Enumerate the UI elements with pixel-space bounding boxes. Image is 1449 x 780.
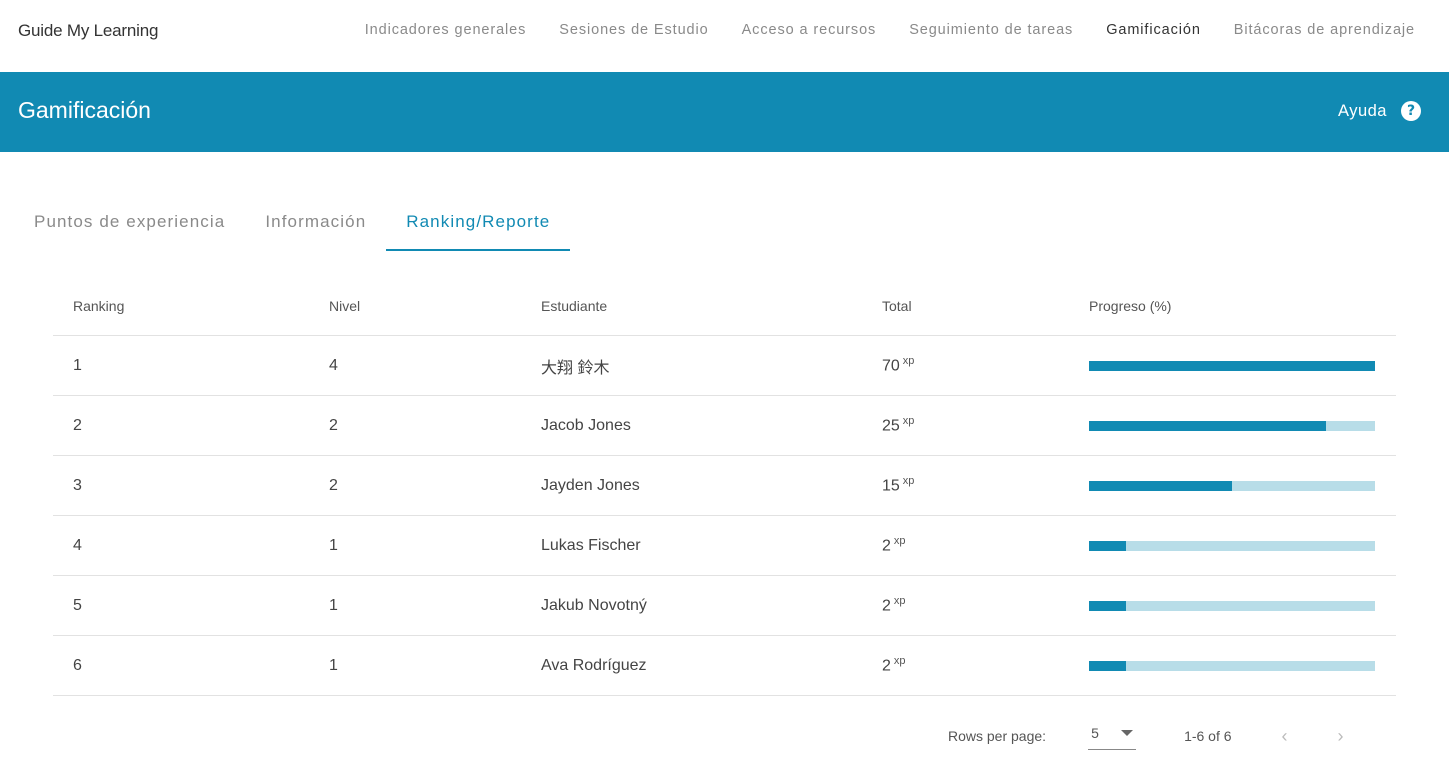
xp-unit: xp (902, 355, 915, 368)
column-header-nivel: Nivel (329, 298, 361, 314)
cell-ranking: 4 (73, 536, 82, 554)
cell-total: 15 xp (862, 475, 1069, 495)
cell-ranking: 5 (73, 596, 82, 614)
nav-link-sesiones[interactable]: Sesiones de Estudio (559, 22, 708, 38)
rows-per-page-value: 5 (1091, 725, 1099, 741)
progress-bar-fill (1089, 540, 1127, 551)
cell-ranking: 6 (73, 656, 82, 674)
xp-unit: xp (902, 475, 915, 488)
progress-bar (1089, 600, 1375, 611)
table-row: 5 1 Jakub Novotný 2 xp (53, 576, 1396, 636)
top-navigation: Guide My Learning Indicadores generales … (0, 0, 1449, 72)
column-header-ranking: Ranking (73, 298, 125, 314)
nav-link-indicadores[interactable]: Indicadores generales (365, 22, 527, 38)
xp-unit: xp (902, 415, 915, 428)
tab-puntos-experiencia[interactable]: Puntos de experiencia (14, 196, 245, 251)
help-label: Ayuda (1338, 101, 1387, 120)
progress-bar (1089, 420, 1375, 431)
tab-ranking-reporte[interactable]: Ranking/Reporte (386, 196, 571, 251)
xp-unit: xp (893, 595, 906, 608)
progress-bar-fill (1089, 420, 1327, 431)
cell-nivel: 2 (329, 476, 338, 494)
table-header-row: Ranking Nivel Estudiante Total Progreso … (53, 277, 1396, 336)
xp-unit: xp (893, 655, 906, 668)
cell-estudiante: Jayden Jones (541, 476, 640, 494)
table-row: 6 1 Ava Rodríguez 2 xp (53, 636, 1396, 696)
total-value: 25 (882, 417, 900, 435)
cell-ranking: 1 (73, 356, 82, 374)
total-value: 2 (882, 537, 891, 555)
cell-ranking: 3 (73, 476, 82, 494)
cell-total: 25 xp (862, 415, 1069, 435)
column-header-progreso: Progreso (%) (1089, 298, 1172, 314)
nav-link-gamificacion[interactable]: Gamificación (1106, 22, 1201, 38)
cell-total: 2 xp (862, 535, 1069, 555)
progress-bar-fill (1089, 660, 1127, 671)
previous-page-button[interactable]: ‹ (1282, 726, 1288, 747)
cell-total: 2 xp (862, 655, 1069, 675)
page-header: Gamificación Ayuda ? (0, 72, 1449, 152)
nav-link-seguimiento[interactable]: Seguimiento de tareas (909, 22, 1073, 38)
cell-nivel: 1 (329, 656, 338, 674)
table-row: 4 1 Lukas Fischer 2 xp (53, 516, 1396, 576)
cell-nivel: 1 (329, 596, 338, 614)
table-row: 1 4 大翔 鈴木 70 xp (53, 336, 1396, 396)
progress-bar (1089, 480, 1375, 491)
cell-nivel: 1 (329, 536, 338, 554)
cell-progreso (1069, 480, 1396, 491)
cell-total: 2 xp (862, 595, 1069, 615)
help-button[interactable]: Ayuda ? (1338, 101, 1421, 121)
rows-per-page-label: Rows per page: (948, 728, 1047, 744)
cell-progreso (1069, 360, 1396, 371)
caret-down-icon (1121, 730, 1134, 736)
cell-progreso (1069, 600, 1396, 611)
xp-unit: xp (893, 535, 906, 548)
column-header-estudiante: Estudiante (541, 298, 608, 314)
tab-bar: Puntos de experiencia Información Rankin… (14, 196, 571, 251)
nav-link-bitacoras[interactable]: Bitácoras de aprendizaje (1234, 22, 1415, 38)
nav-links: Indicadores generales Sesiones de Estudi… (332, 22, 1415, 38)
table-row: 3 2 Jayden Jones 15 xp (53, 456, 1396, 516)
cell-progreso (1069, 660, 1396, 671)
cell-progreso (1069, 540, 1396, 551)
nav-link-acceso[interactable]: Acceso a recursos (742, 22, 877, 38)
cell-total: 70 xp (862, 355, 1069, 375)
total-value: 2 (882, 597, 891, 615)
progress-bar-fill (1089, 360, 1375, 371)
pagination: Rows per page: 5 1-6 of 6 ‹ › (948, 722, 1394, 750)
progress-bar-fill (1089, 600, 1127, 611)
cell-estudiante: 大翔 鈴木 (541, 359, 610, 377)
cell-progreso (1069, 420, 1396, 431)
tab-informacion[interactable]: Información (245, 196, 386, 251)
brand-logo[interactable]: Guide My Learning (18, 21, 158, 41)
ranking-table: Ranking Nivel Estudiante Total Progreso … (53, 277, 1396, 696)
cell-estudiante: Lukas Fischer (541, 536, 641, 554)
table-row: 2 2 Jacob Jones 25 xp (53, 396, 1396, 456)
next-page-button[interactable]: › (1338, 726, 1344, 747)
progress-bar (1089, 540, 1375, 551)
cell-nivel: 4 (329, 356, 338, 374)
cell-estudiante: Ava Rodríguez (541, 656, 647, 674)
progress-bar (1089, 360, 1375, 371)
cell-estudiante: Jacob Jones (541, 416, 631, 434)
page-title: Gamificación (18, 97, 151, 123)
page-range: 1-6 of 6 (1184, 727, 1232, 744)
total-value: 15 (882, 477, 900, 495)
column-header-total: Total (882, 298, 912, 314)
cell-estudiante: Jakub Novotný (541, 596, 647, 614)
progress-bar (1089, 660, 1375, 671)
cell-ranking: 2 (73, 416, 82, 434)
progress-bar-fill (1089, 480, 1232, 491)
cell-nivel: 2 (329, 416, 338, 434)
total-value: 2 (882, 657, 891, 675)
help-circle-icon: ? (1401, 101, 1421, 121)
total-value: 70 (882, 357, 900, 375)
rows-per-page-select[interactable]: 5 (1088, 722, 1137, 750)
